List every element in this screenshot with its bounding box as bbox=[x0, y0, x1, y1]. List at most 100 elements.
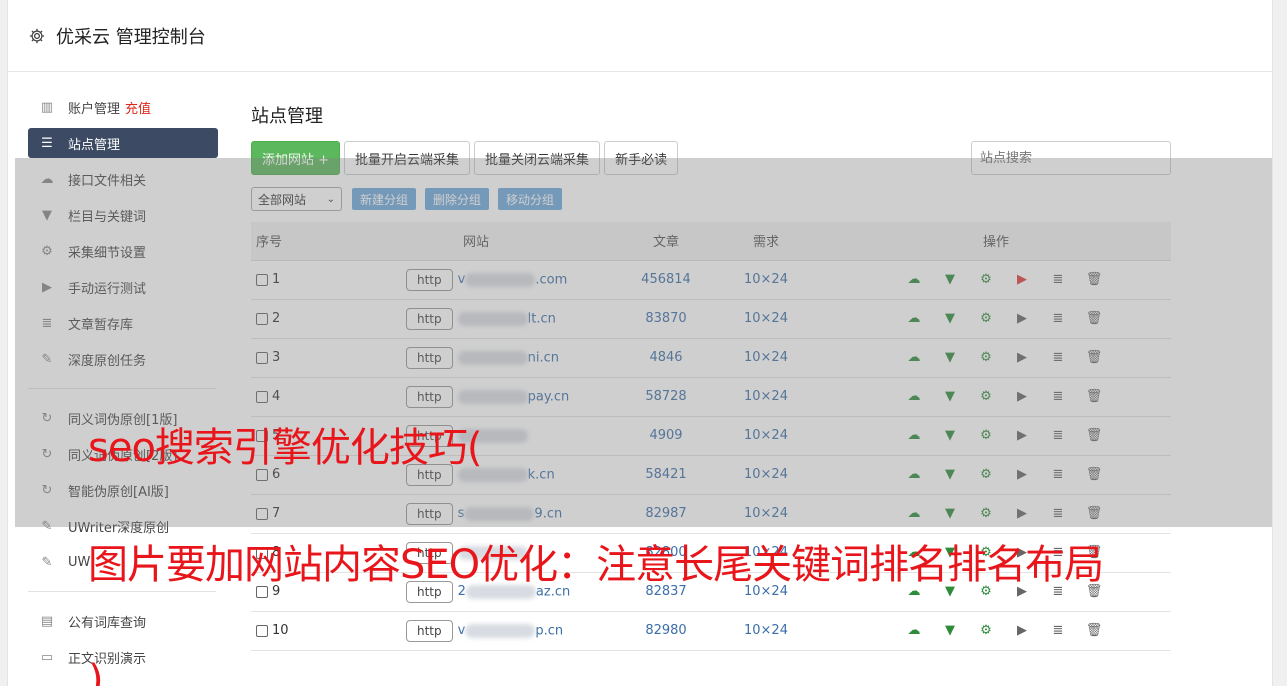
filter-icon[interactable]: ▼ bbox=[937, 506, 963, 522]
row-articles[interactable]: 4909 bbox=[621, 416, 711, 456]
site-domain-suffix[interactable]: lt.cn bbox=[528, 311, 556, 326]
database-icon[interactable]: ≣ bbox=[1045, 311, 1071, 327]
add-site-button[interactable]: 添加网站 + bbox=[251, 141, 341, 175]
row-demand[interactable]: 10×24 bbox=[711, 260, 821, 300]
trash-icon[interactable]: 🗑 bbox=[1081, 311, 1107, 327]
row-articles[interactable]: 58421 bbox=[621, 455, 711, 495]
row-articles[interactable]: 82980 bbox=[621, 611, 711, 651]
site-search-input[interactable] bbox=[971, 141, 1171, 175]
new-group-button[interactable]: 新建分组 bbox=[352, 188, 417, 210]
sidebar-item[interactable]: ☰ 站点管理 bbox=[28, 128, 218, 158]
trash-icon[interactable]: 🗑 bbox=[1081, 623, 1107, 639]
row-demand[interactable]: 10×24 bbox=[711, 338, 821, 378]
gears-icon[interactable]: ⚙ bbox=[973, 467, 999, 483]
gears-icon[interactable]: ⚙ bbox=[973, 272, 999, 288]
database-icon[interactable]: ≣ bbox=[1045, 272, 1071, 288]
play-icon[interactable]: ▶ bbox=[1009, 506, 1035, 522]
database-icon[interactable]: ≣ bbox=[1045, 350, 1071, 366]
database-icon[interactable]: ≣ bbox=[1045, 623, 1071, 639]
site-domain-suffix[interactable]: .com bbox=[535, 272, 567, 287]
site-domain-suffix[interactable]: p.cn bbox=[535, 623, 563, 638]
database-icon[interactable]: ≣ bbox=[1045, 506, 1071, 522]
http-badge[interactable]: http bbox=[406, 268, 453, 291]
batch-close-cloud-button[interactable]: 批量关闭云端采集 bbox=[474, 141, 601, 175]
sidebar-item[interactable]: ⚙ 采集细节设置 bbox=[28, 236, 218, 266]
http-badge[interactable]: http bbox=[406, 619, 453, 642]
site-domain-prefix[interactable]: v bbox=[458, 623, 466, 638]
row-articles[interactable]: 83870 bbox=[621, 299, 711, 339]
play-icon[interactable]: ▶ bbox=[1009, 350, 1035, 366]
cloud-upload-icon[interactable]: ☁ bbox=[901, 311, 927, 327]
row-articles[interactable]: 58728 bbox=[621, 377, 711, 417]
http-badge[interactable]: http bbox=[406, 502, 453, 525]
row-checkbox[interactable] bbox=[256, 273, 268, 286]
cloud-upload-icon[interactable]: ☁ bbox=[901, 467, 927, 483]
trash-icon[interactable]: 🗑 bbox=[1081, 428, 1107, 444]
http-badge[interactable]: http bbox=[406, 307, 453, 330]
guide-button[interactable]: 新手必读 bbox=[604, 141, 679, 175]
sidebar-item[interactable]: ▤ 公有词库查询 bbox=[28, 606, 218, 636]
sidebar-item[interactable]: ▥ 账户管理 充值 bbox=[28, 92, 218, 122]
row-articles[interactable]: 4846 bbox=[621, 338, 711, 378]
database-icon[interactable]: ≣ bbox=[1045, 467, 1071, 483]
cloud-upload-icon[interactable]: ☁ bbox=[901, 506, 927, 522]
site-domain-suffix[interactable]: ni.cn bbox=[528, 350, 559, 365]
batch-open-cloud-button[interactable]: 批量开启云端采集 bbox=[344, 141, 471, 175]
sidebar-item[interactable]: ▭ 正文识别演示 bbox=[28, 642, 218, 672]
filter-icon[interactable]: ▼ bbox=[937, 311, 963, 327]
site-domain-suffix[interactable]: 9.cn bbox=[534, 506, 562, 521]
gears-icon[interactable]: ⚙ bbox=[973, 428, 999, 444]
cloud-upload-icon[interactable]: ☁ bbox=[901, 272, 927, 288]
cloud-upload-icon[interactable]: ☁ bbox=[901, 389, 927, 405]
play-icon[interactable]: ▶ bbox=[1009, 389, 1035, 405]
filter-icon[interactable]: ▼ bbox=[937, 428, 963, 444]
row-checkbox[interactable] bbox=[256, 624, 268, 637]
play-icon[interactable]: ▶ bbox=[1009, 623, 1035, 639]
filter-icon[interactable]: ▼ bbox=[937, 272, 963, 288]
trash-icon[interactable]: 🗑 bbox=[1081, 350, 1107, 366]
filter-icon[interactable]: ▼ bbox=[937, 623, 963, 639]
play-icon[interactable]: ▶ bbox=[1009, 428, 1035, 444]
trash-icon[interactable]: 🗑 bbox=[1081, 467, 1107, 483]
cloud-upload-icon[interactable]: ☁ bbox=[901, 428, 927, 444]
row-checkbox[interactable] bbox=[256, 351, 268, 364]
database-icon[interactable]: ≣ bbox=[1045, 428, 1071, 444]
trash-icon[interactable]: 🗑 bbox=[1081, 506, 1107, 522]
http-badge[interactable]: http bbox=[406, 385, 453, 408]
sidebar-item[interactable]: ✎ 深度原创任务 bbox=[28, 344, 218, 374]
sidebar-item[interactable]: ≣ 文章暂存库 bbox=[28, 308, 218, 338]
gears-icon[interactable]: ⚙ bbox=[973, 350, 999, 366]
row-checkbox[interactable] bbox=[256, 507, 268, 520]
site-domain-suffix[interactable]: pay.cn bbox=[528, 389, 570, 404]
group-select[interactable]: 全部网站 ⌄ bbox=[251, 187, 342, 211]
gears-icon[interactable]: ⚙ bbox=[973, 311, 999, 327]
move-group-button[interactable]: 移动分组 bbox=[498, 188, 563, 210]
row-articles[interactable]: 82987 bbox=[621, 494, 711, 534]
row-demand[interactable]: 10×24 bbox=[711, 611, 821, 651]
site-domain-prefix[interactable]: v bbox=[458, 272, 466, 287]
gears-icon[interactable]: ⚙ bbox=[973, 389, 999, 405]
row-checkbox[interactable] bbox=[256, 312, 268, 325]
row-demand[interactable]: 10×24 bbox=[711, 416, 821, 456]
gears-icon[interactable]: ⚙ bbox=[973, 506, 999, 522]
row-demand[interactable]: 10×24 bbox=[711, 299, 821, 339]
database-icon[interactable]: ≣ bbox=[1045, 389, 1071, 405]
recharge-link[interactable]: 充值 bbox=[125, 98, 151, 117]
sidebar-item[interactable]: ▶ 手动运行测试 bbox=[28, 272, 218, 302]
sidebar-item[interactable]: ↻ 智能伪原创[AI版] bbox=[28, 475, 218, 505]
trash-icon[interactable]: 🗑 bbox=[1081, 389, 1107, 405]
gears-icon[interactable]: ⚙ bbox=[973, 623, 999, 639]
row-demand[interactable]: 10×24 bbox=[711, 494, 821, 534]
filter-icon[interactable]: ▼ bbox=[937, 389, 963, 405]
play-icon[interactable]: ▶ bbox=[1009, 311, 1035, 327]
row-articles[interactable]: 456814 bbox=[621, 260, 711, 300]
cloud-upload-icon[interactable]: ☁ bbox=[901, 623, 927, 639]
cloud-upload-icon[interactable]: ☁ bbox=[901, 350, 927, 366]
play-icon[interactable]: ▶ bbox=[1009, 272, 1035, 288]
row-demand[interactable]: 10×24 bbox=[711, 455, 821, 495]
row-demand[interactable]: 10×24 bbox=[711, 377, 821, 417]
sidebar-item[interactable]: ✎ UWriter深度原创 bbox=[28, 511, 218, 541]
row-checkbox[interactable] bbox=[256, 390, 268, 403]
http-badge[interactable]: http bbox=[406, 346, 453, 369]
gear-icon[interactable] bbox=[28, 27, 46, 45]
